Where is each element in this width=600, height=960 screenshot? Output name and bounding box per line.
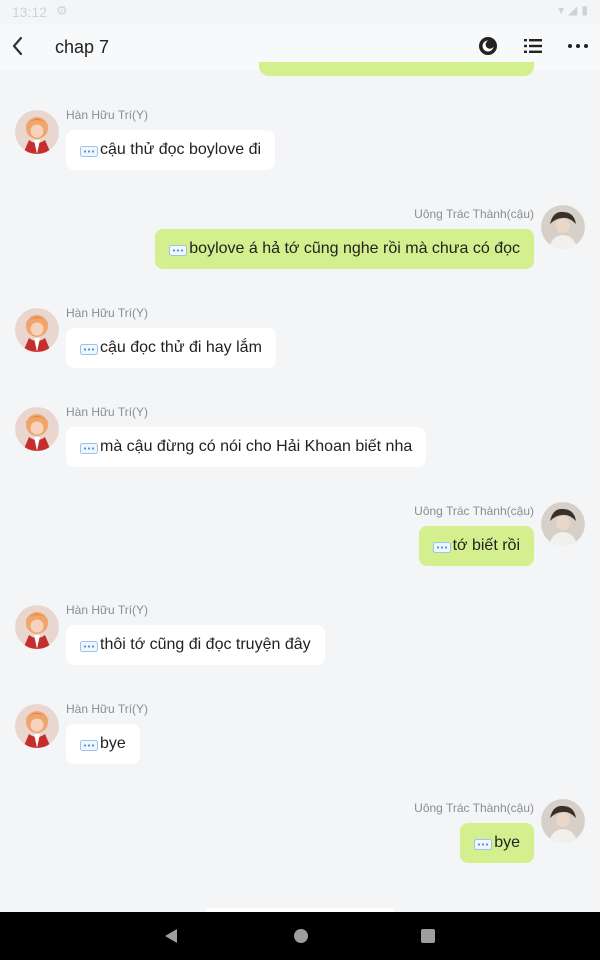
nav-recents-button[interactable] (418, 926, 438, 946)
chapter-list-button[interactable] (521, 34, 545, 58)
message-text: cậu đọc thử đi hay lắm (100, 339, 262, 356)
message-text: tớ biết rồi (452, 537, 520, 554)
status-indicators-icon: ▾◢▮ (558, 3, 592, 17)
message-text: bye (100, 735, 126, 752)
avatar[interactable] (15, 110, 59, 154)
message-bubble[interactable]: bye (460, 823, 534, 863)
sender-name: Uông Trác Thành(cậu) (414, 504, 534, 518)
status-bar: 13:12 ⚙ ▾◢▮ (0, 0, 600, 24)
message-text: boylove á hả tớ cũng nghe rồi mà chưa có… (189, 240, 520, 257)
avatar[interactable] (541, 205, 585, 249)
message-bubble[interactable]: bye (66, 724, 140, 764)
avatar[interactable] (15, 308, 59, 352)
message-text: mà cậu đừng có nói cho Hải Khoan biết nh… (100, 438, 413, 455)
speech-bubble-icon (474, 838, 493, 850)
sender-name: Uông Trác Thành(cậu) (414, 801, 534, 815)
message-text: bye (494, 834, 520, 851)
message-bubble[interactable]: boylove á hả tớ cũng nghe rồi mà chưa có… (155, 229, 534, 269)
square-recents-icon (421, 929, 435, 943)
settings-gear-icon: ⚙ (56, 3, 68, 18)
speech-bubble-icon (80, 145, 98, 157)
message-bubble[interactable]: cậu đọc thử đi hay lắm (66, 328, 276, 368)
night-mode-button[interactable] (476, 34, 500, 58)
more-options-button[interactable] (566, 34, 590, 58)
back-button[interactable] (6, 33, 30, 59)
message-text: cậu thử đọc boylove đi (100, 141, 262, 158)
triangle-back-icon (165, 929, 177, 943)
circle-home-icon (294, 929, 308, 943)
avatar[interactable] (541, 502, 585, 546)
list-icon (524, 39, 542, 53)
message-bubble[interactable]: thôi tớ cũng đi đọc truyện đây (66, 625, 325, 665)
more-horizontal-icon (568, 44, 588, 48)
nav-back-button[interactable] (161, 926, 181, 946)
sender-name: Hàn Hữu Trí(Y) (66, 108, 149, 122)
partial-message-bubble (259, 62, 534, 76)
avatar[interactable] (541, 799, 585, 843)
message-bubble[interactable]: tớ biết rồi (418, 526, 534, 566)
moon-icon (479, 37, 497, 55)
message-text: thôi tớ cũng đi đọc truyện đây (100, 636, 311, 653)
speech-bubble-icon (80, 442, 98, 454)
speech-bubble-icon (80, 739, 98, 751)
sender-name: Hàn Hữu Trí(Y) (66, 603, 149, 617)
avatar[interactable] (15, 704, 59, 748)
speech-bubble-icon (80, 343, 98, 355)
speech-bubble-icon (169, 244, 188, 256)
speech-bubble-icon (80, 640, 98, 652)
chevron-left-icon (12, 36, 23, 56)
avatar[interactable] (15, 407, 59, 451)
sender-name: Uông Trác Thành(cậu) (414, 207, 534, 221)
system-navigation-bar (0, 912, 600, 960)
avatar[interactable] (15, 605, 59, 649)
message-bubble[interactable]: mà cậu đừng có nói cho Hải Khoan biết nh… (66, 427, 427, 467)
sender-name: Hàn Hữu Trí(Y) (66, 306, 149, 320)
nav-home-button[interactable] (291, 926, 311, 946)
speech-bubble-icon (432, 541, 451, 553)
message-bubble[interactable]: cậu thử đọc boylove đi (66, 130, 276, 170)
sender-name: Hàn Hữu Trí(Y) (66, 405, 149, 419)
sender-name: Hàn Hữu Trí(Y) (66, 702, 149, 716)
status-time: 13:12 (12, 4, 48, 20)
page-title: chap 7 (55, 37, 110, 57)
